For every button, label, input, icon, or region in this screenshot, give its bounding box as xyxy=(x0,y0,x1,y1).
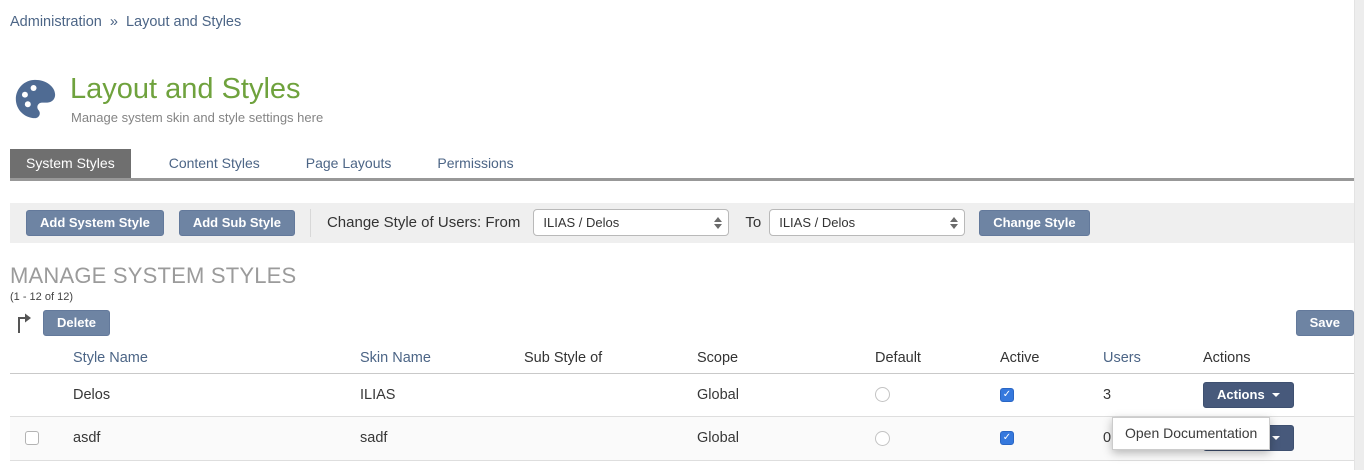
page-title-block: Layout and Styles Manage system skin and… xyxy=(66,74,323,125)
breadcrumb-administration[interactable]: Administration xyxy=(10,14,102,30)
page-title: Layout and Styles xyxy=(70,74,323,106)
change-style-of-users-label: Change Style of Users: From xyxy=(327,214,520,231)
style-name-cell: Delos xyxy=(65,387,352,403)
table-header-row: Style Name Skin Name Sub Style of Scope … xyxy=(10,344,1354,374)
palette-icon xyxy=(12,76,58,122)
breadcrumb: Administration » Layout and Styles xyxy=(10,0,1354,30)
result-range: (1 - 12 of 12) xyxy=(10,291,1354,303)
change-style-button[interactable]: Change Style xyxy=(979,210,1089,236)
page-header: Layout and Styles Manage system skin and… xyxy=(10,74,1354,125)
vertical-scrollbar[interactable] xyxy=(1354,0,1364,470)
from-style-select[interactable]: ILIAS / Delos xyxy=(533,209,729,236)
column-header-sub-style-of: Sub Style of xyxy=(524,350,602,366)
table-row: Delos ILIAS Global ✓ 3 Actions xyxy=(10,374,1354,417)
layout-and-styles-page: Administration » Layout and Styles Layout … xyxy=(0,0,1364,470)
tab-content-styles[interactable]: Content Styles xyxy=(153,149,276,178)
select-stepper-icon xyxy=(714,217,722,229)
actions-dropdown-button[interactable]: Actions xyxy=(1203,382,1294,408)
scope-cell: Global xyxy=(689,430,867,446)
toolbar: Add System Style Add Sub Style Change St… xyxy=(10,203,1354,243)
active-checkbox[interactable]: ✓ xyxy=(1000,431,1014,445)
save-button[interactable]: Save xyxy=(1296,310,1354,336)
active-checkbox[interactable]: ✓ xyxy=(1000,388,1014,402)
breadcrumb-layout-and-styles[interactable]: Layout and Styles xyxy=(126,14,241,30)
default-radio[interactable] xyxy=(875,431,890,446)
default-radio[interactable] xyxy=(875,387,890,402)
column-header-style-name[interactable]: Style Name xyxy=(73,350,148,366)
style-name-cell: asdf xyxy=(65,430,352,446)
tab-page-layouts[interactable]: Page Layouts xyxy=(290,149,408,178)
skin-name-cell: sadf xyxy=(352,430,516,446)
column-header-active: Active xyxy=(1000,350,1040,366)
actions-dropdown-menu: Open Documentation xyxy=(1112,417,1270,450)
column-header-default: Default xyxy=(875,350,921,366)
apply-to-selected-arrow-icon xyxy=(15,312,33,334)
column-header-actions: Actions xyxy=(1203,350,1251,366)
menu-item-open-documentation[interactable]: Open Documentation xyxy=(1113,418,1269,449)
column-header-scope: Scope xyxy=(697,350,738,366)
add-system-style-button[interactable]: Add System Style xyxy=(26,210,164,236)
breadcrumb-separator: » xyxy=(110,14,118,30)
caret-down-icon xyxy=(1272,393,1280,397)
table-command-bar: Delete Save xyxy=(10,309,1354,337)
users-count-cell: 3 xyxy=(1095,387,1197,403)
add-sub-style-button[interactable]: Add Sub Style xyxy=(179,210,295,236)
to-style-select-value: ILIAS / Delos xyxy=(779,215,855,230)
row-select-checkbox[interactable] xyxy=(25,431,39,445)
tab-system-styles[interactable]: System Styles xyxy=(10,149,131,178)
skin-name-cell: ILIAS xyxy=(352,387,516,403)
from-style-select-value: ILIAS / Delos xyxy=(543,215,619,230)
select-stepper-icon xyxy=(950,217,958,229)
toolbar-divider xyxy=(310,209,311,237)
caret-down-icon xyxy=(1272,436,1280,440)
tab-bar: System Styles Content Styles Page Layout… xyxy=(10,149,1354,181)
section-title: MANAGE SYSTEM STYLES xyxy=(10,263,1354,289)
scope-cell: Global xyxy=(689,387,867,403)
column-header-skin-name[interactable]: Skin Name xyxy=(360,350,431,366)
tab-permissions[interactable]: Permissions xyxy=(421,149,529,178)
to-style-select[interactable]: ILIAS / Delos xyxy=(769,209,965,236)
delete-button[interactable]: Delete xyxy=(43,310,110,336)
to-label: To xyxy=(745,214,761,231)
page-subtitle: Manage system skin and style settings he… xyxy=(71,110,323,125)
column-header-users[interactable]: Users xyxy=(1103,350,1141,366)
